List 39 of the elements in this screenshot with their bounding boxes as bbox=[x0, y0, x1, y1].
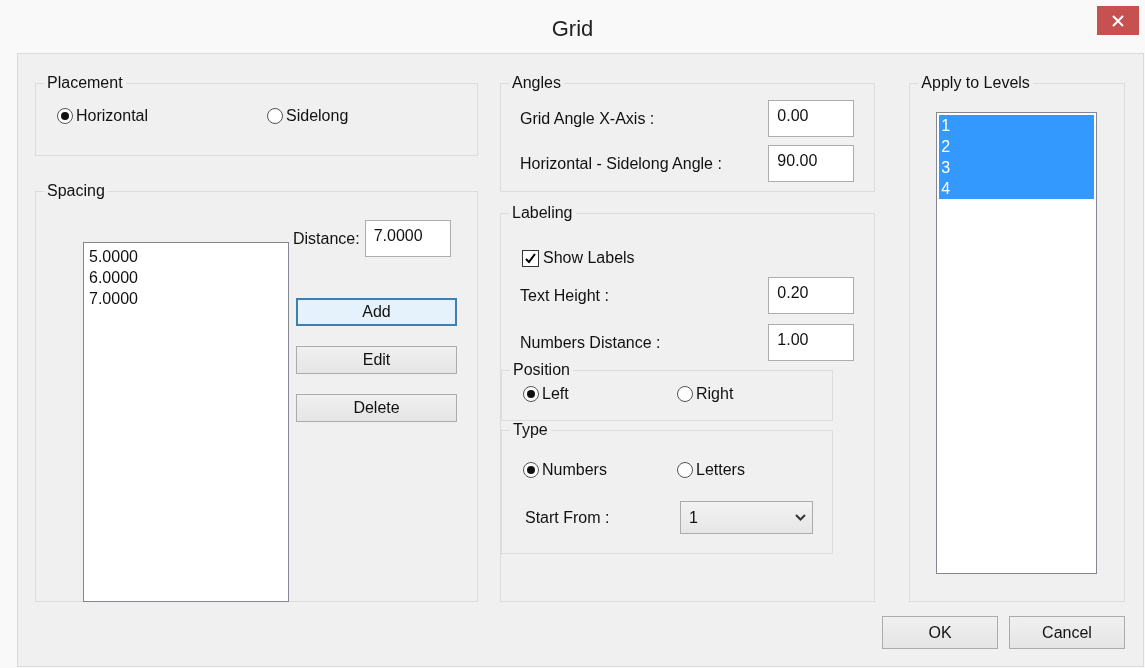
dropdown[interactable]: 1 bbox=[680, 501, 813, 534]
group-title: Placement bbox=[46, 74, 124, 92]
field-label: Numbers Distance : bbox=[520, 333, 661, 352]
group-title: Angles bbox=[511, 74, 562, 92]
window-title: Grid bbox=[551, 15, 594, 42]
field-label: Text Height : bbox=[520, 286, 609, 305]
group-title: Position bbox=[512, 361, 571, 379]
caret-icon bbox=[795, 514, 806, 521]
input-field[interactable]: 1.00 bbox=[768, 324, 855, 361]
list-item[interactable]: 5.0000 bbox=[87, 246, 285, 267]
radio-button[interactable]: Right bbox=[677, 385, 831, 403]
input-field[interactable]: 7.0000 bbox=[364, 220, 451, 257]
field-label: Horizontal - Sidelong Angle : bbox=[520, 154, 722, 173]
checkbox[interactable]: Show Labels bbox=[522, 249, 875, 267]
dialog-button[interactable]: OK bbox=[882, 616, 998, 649]
group-title: Type bbox=[512, 421, 549, 439]
input-field[interactable]: 0.20 bbox=[768, 277, 855, 314]
dialog-button[interactable]: Cancel bbox=[1009, 616, 1125, 649]
radio-button[interactable]: Letters bbox=[677, 461, 831, 479]
close-button[interactable] bbox=[1097, 6, 1139, 35]
field-label: Distance: bbox=[293, 229, 360, 248]
list-item[interactable]: 6.0000 bbox=[87, 267, 285, 288]
radio-button[interactable]: Left bbox=[523, 385, 677, 403]
group-title: Spacing bbox=[46, 182, 106, 200]
radio-button[interactable]: Horizontal bbox=[57, 107, 267, 125]
radio-button[interactable]: Sidelong bbox=[267, 107, 477, 125]
list-item[interactable]: 7.0000 bbox=[87, 288, 285, 309]
input-field[interactable]: 90.00 bbox=[768, 145, 855, 182]
dialog-button[interactable]: Add bbox=[296, 298, 457, 326]
spacing-list[interactable]: 5.0000 6.0000 7.0000 bbox=[83, 242, 289, 602]
dialog-button[interactable]: Edit bbox=[296, 346, 457, 374]
field-label: Grid Angle X-Axis : bbox=[520, 109, 655, 128]
close-icon bbox=[1112, 14, 1124, 27]
group-title: Labeling bbox=[511, 204, 574, 222]
dialog-button[interactable]: Delete bbox=[296, 394, 457, 422]
input-field[interactable]: 0.00 bbox=[768, 100, 855, 137]
radio-button[interactable]: Numbers bbox=[523, 461, 677, 479]
field-label: Start From : bbox=[525, 508, 611, 527]
group-title: Apply to Levels bbox=[920, 74, 1031, 92]
